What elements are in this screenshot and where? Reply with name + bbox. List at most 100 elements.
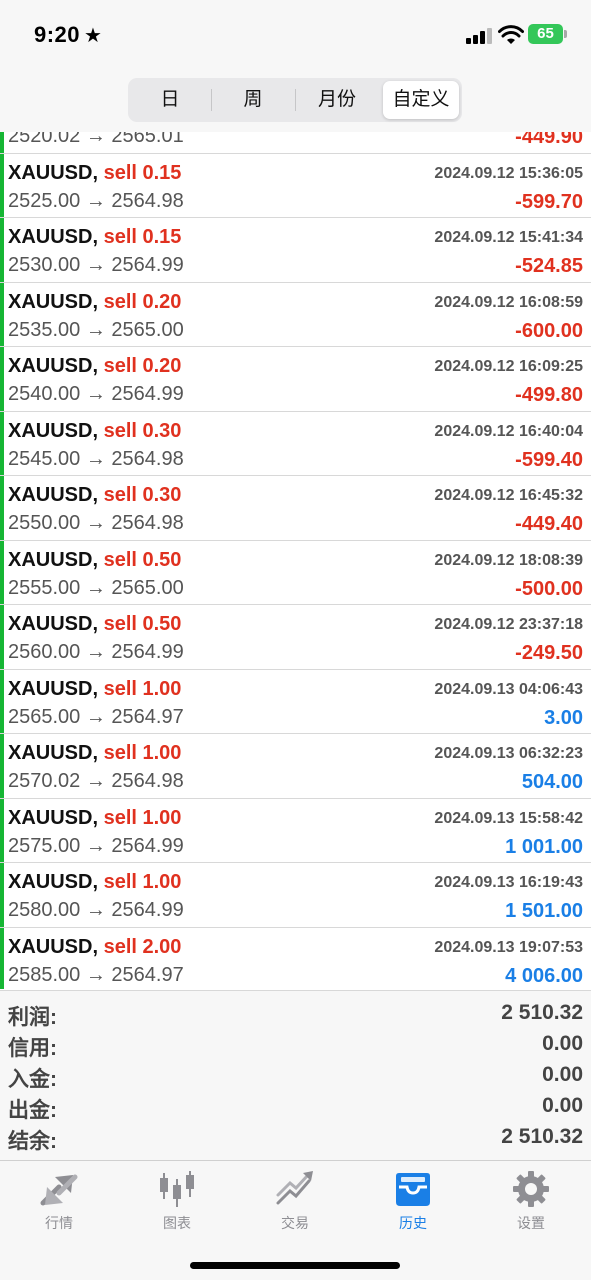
history-row[interactable]: XAUUSD, sell 0.30 2024.09.12 16:45:32 2550…	[0, 476, 591, 541]
order-symbol-line: XAUUSD, sell 1.00	[8, 807, 181, 830]
history-icon	[396, 1173, 430, 1206]
tab-chart[interactable]: 图表	[118, 1169, 236, 1233]
history-row[interactable]: XAUUSD, sell 0.50 2024.09.12 18:08:39 2555…	[0, 540, 591, 605]
order-symbol: XAUUSD,	[8, 484, 99, 506]
order-side-volume: sell 1.00	[103, 806, 182, 829]
order-symbol: XAUUSD,	[8, 419, 99, 442]
segment-week[interactable]: 周	[215, 81, 291, 119]
order-symbol-line: XAUUSD, sell 0.15	[8, 162, 181, 185]
order-symbol-line: XAUUSD, sell 0.20	[8, 355, 181, 378]
account-summary: 利润: 2 510.32 信用: 0.00 入金: 0.00 出金: 0.00 …	[0, 990, 591, 1160]
order-prices: 2555.00 → 2565.00	[8, 576, 184, 599]
row-color-bar	[0, 153, 4, 217]
order-datetime: 2024.09.12 15:36:05	[434, 164, 583, 182]
history-row[interactable]: XAUUSD, sell 0.50 2024.09.12 23:37:18 2560…	[0, 605, 591, 670]
tab-history[interactable]: 历史	[354, 1169, 472, 1233]
row-color-bar	[0, 132, 4, 153]
order-prices: 2585.00 → 2564.97	[8, 963, 184, 986]
row-color-bar	[0, 411, 4, 475]
order-side-volume: sell 0.20	[103, 355, 182, 377]
segment-custom[interactable]: 自定义	[383, 81, 459, 119]
order-prices: 2580.00 → 2564.99	[8, 899, 184, 921]
tab-quotes[interactable]: 行情	[0, 1169, 118, 1233]
history-row[interactable]: XAUUSD, sell 0.15 2024.09.12 15:41:34 2530…	[0, 218, 591, 283]
order-prices: 2525.00 → 2564.98	[8, 189, 184, 212]
order-symbol: XAUUSD,	[8, 742, 99, 764]
history-row[interactable]: XAUUSD, sell 1.00 2024.09.13 15:58:42 2575…	[0, 798, 591, 863]
order-symbol-line: XAUUSD, sell 2.00	[8, 936, 181, 959]
history-row[interactable]: XAUUSD, sell 0.20 2024.09.12 16:08:59 2535…	[0, 282, 591, 347]
history-row[interactable]: XAUUSD, sell 1.00 2024.09.13 16:19:43 2580…	[0, 863, 591, 928]
summary-value: 0.00	[542, 1032, 583, 1055]
star-icon: ★	[84, 25, 103, 47]
order-symbol: XAUUSD,	[8, 290, 99, 313]
tab-trade[interactable]: 交易	[236, 1169, 354, 1233]
segment-month[interactable]: 月份	[299, 81, 375, 119]
order-datetime: 2024.09.12 16:45:32	[434, 487, 583, 504]
battery-level: 65	[537, 25, 554, 42]
order-prices: 2575.00 → 2564.99	[8, 834, 184, 857]
order-symbol: XAUUSD,	[8, 161, 99, 184]
history-row[interactable]: XAUUSD, sell 0.15 2024.09.12 15:36:05 2525…	[0, 153, 591, 218]
tab-label: 交易	[281, 1215, 309, 1231]
order-datetime: 2024.09.12 16:09:25	[434, 358, 583, 375]
order-symbol: XAUUSD,	[8, 935, 99, 958]
order-side-volume: sell 0.20	[103, 290, 182, 313]
order-symbol: XAUUSD,	[8, 548, 99, 571]
order-symbol-line: XAUUSD, sell 0.15	[8, 226, 181, 249]
history-row[interactable]: XAUUSD, sell 0.30 2024.09.12 16:40:04 2545…	[0, 411, 591, 476]
order-side-volume: sell 0.30	[103, 419, 182, 442]
order-side-volume: sell 1.00	[103, 742, 182, 764]
order-datetime: 2024.09.12 16:08:59	[434, 293, 583, 311]
summary-balance: 结余: 2 510.32	[8, 1125, 583, 1156]
row-color-bar	[0, 927, 4, 989]
order-profit: -499.80	[515, 384, 583, 406]
settings-icon	[513, 1171, 549, 1207]
order-side-volume: sell 1.00	[103, 871, 182, 893]
summary-credit: 信用: 0.00	[8, 1032, 583, 1063]
order-side-volume: sell 0.50	[103, 548, 182, 571]
order-symbol: XAUUSD,	[8, 677, 99, 700]
order-history-list[interactable]: 2520.02 → 2565.01 -449.90 XAUUSD, sell 0…	[0, 132, 591, 989]
order-side-volume: sell 2.00	[103, 935, 182, 958]
order-prices: 2530.00 → 2564.99	[8, 254, 184, 276]
order-prices: 2565.00 → 2564.97	[8, 705, 184, 728]
status-bar: 9:20 ★ 65	[0, 0, 591, 70]
row-color-bar	[0, 540, 4, 604]
order-datetime: 2024.09.12 15:41:34	[434, 229, 583, 246]
row-color-bar	[0, 218, 4, 282]
history-row[interactable]: XAUUSD, sell 1.00 2024.09.13 06:32:23 2570…	[0, 734, 591, 799]
history-row[interactable]: XAUUSD, sell 2.00 2024.09.13 19:07:53 2585…	[0, 927, 591, 989]
order-datetime: 2024.09.12 23:37:18	[434, 616, 583, 633]
home-indicator	[190, 1262, 400, 1269]
period-segmented-control: 日 周 月份 自定义	[128, 78, 462, 122]
order-symbol-line: XAUUSD, sell 0.20	[8, 291, 181, 314]
order-profit: -500.00	[515, 577, 583, 600]
order-profit: 3.00	[544, 706, 583, 729]
segment-day[interactable]: 日	[132, 81, 208, 119]
summary-label: 信用:	[8, 1037, 57, 1060]
history-row-partial[interactable]: 2520.02 → 2565.01 -449.90	[0, 132, 591, 154]
summary-value: 2 510.32	[501, 1001, 583, 1024]
summary-value: 0.00	[542, 1063, 583, 1086]
row-color-bar	[0, 798, 4, 862]
row-color-bar	[0, 863, 4, 927]
order-symbol: XAUUSD,	[8, 871, 99, 893]
history-row[interactable]: XAUUSD, sell 0.20 2024.09.12 16:09:25 2540…	[0, 347, 591, 412]
summary-label: 入金:	[8, 1068, 57, 1091]
wifi-icon	[498, 25, 524, 44]
clock: 9:20 ★	[34, 22, 102, 48]
order-prices: 2560.00 → 2564.99	[8, 641, 184, 663]
clock-text: 9:20	[34, 22, 81, 47]
row-color-bar	[0, 282, 4, 346]
history-row[interactable]: XAUUSD, sell 1.00 2024.09.13 04:06:43 2565…	[0, 669, 591, 734]
summary-label: 结余:	[8, 1130, 57, 1153]
order-datetime: 2024.09.13 06:32:23	[434, 745, 583, 762]
row-color-bar	[0, 734, 4, 798]
tab-label: 行情	[45, 1215, 73, 1231]
order-symbol: XAUUSD,	[8, 806, 99, 829]
tab-settings[interactable]: 设置	[472, 1169, 590, 1233]
quotes-icon	[40, 1174, 78, 1206]
order-datetime: 2024.09.13 16:19:43	[434, 874, 583, 891]
order-profit: 1 001.00	[505, 835, 583, 858]
